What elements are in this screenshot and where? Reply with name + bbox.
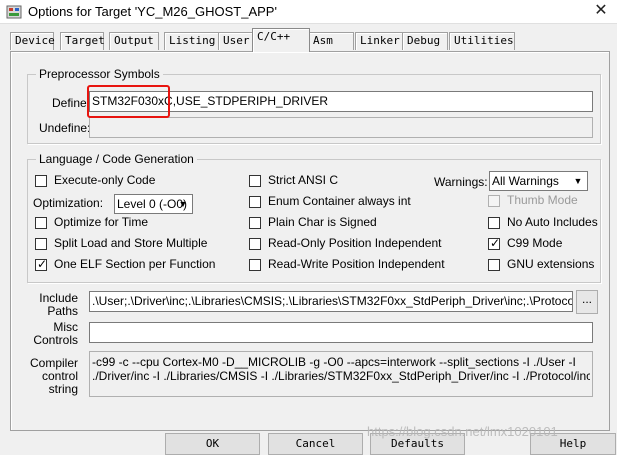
include-label-1: Include <box>39 291 78 305</box>
compiler-label-3: string <box>48 382 78 396</box>
csdn-watermark: https://blog.csdn.net/lmx1020101 <box>367 424 558 439</box>
checkbox-box <box>35 238 47 250</box>
define-label: Define: <box>52 96 91 110</box>
tab-user[interactable]: User <box>218 32 256 50</box>
include-label-2: Paths <box>47 304 78 318</box>
execute-only-label: Execute-only Code <box>54 173 156 187</box>
include-browse-button[interactable]: ... <box>576 290 598 314</box>
gnu-extensions-label: GNU extensions <box>507 257 595 271</box>
close-icon[interactable]: ✕ <box>585 0 617 24</box>
optimization-select[interactable]: Level 0 (-O0) ▼ <box>114 194 193 214</box>
checkbox-box <box>249 196 261 208</box>
checkbox-box <box>249 238 261 250</box>
read-write-pos-label: Read-Write Position Independent <box>268 257 445 271</box>
tab-device[interactable]: Device <box>10 32 55 50</box>
undefine-input[interactable] <box>89 117 593 138</box>
tab-c-cpp[interactable]: C/C++ <box>252 28 310 52</box>
tab-debug[interactable]: Debug <box>402 32 448 50</box>
checkbox-box <box>249 217 261 229</box>
strict-ansi-label: Strict ANSI C <box>268 173 339 187</box>
read-only-pos-label: Read-Only Position Independent <box>268 236 442 250</box>
tab-utilities[interactable]: Utilities <box>449 32 515 50</box>
c99-mode-label: C99 Mode <box>507 236 563 250</box>
tab-linker[interactable]: Linker <box>355 32 403 50</box>
enum-container-checkbox[interactable]: Enum Container always int <box>249 194 411 210</box>
optimize-time-checkbox[interactable]: Optimize for Time <box>35 215 175 231</box>
checkbox-box <box>35 217 47 229</box>
tab-output[interactable]: Output <box>109 32 159 50</box>
checkbox-box <box>249 259 261 271</box>
warnings-value: All Warnings <box>492 174 559 188</box>
execute-only-checkbox[interactable]: Execute-only Code <box>35 173 175 189</box>
compiler-label-1: Compiler <box>30 356 79 370</box>
strict-ansi-checkbox[interactable]: Strict ANSI C <box>249 173 369 189</box>
checkbox-box <box>488 217 500 229</box>
tab-strip: Device Target Output Listing User C/C++ … <box>10 28 610 52</box>
checkbox-box-checked <box>488 236 500 250</box>
compiler-label-2: control <box>41 369 78 383</box>
keil-app-icon <box>6 5 22 19</box>
checkbox-box <box>35 175 47 187</box>
tab-target[interactable]: Target <box>60 32 105 50</box>
undefine-label: Undefine: <box>39 121 91 135</box>
gnu-extensions-checkbox[interactable]: GNU extensions <box>488 257 598 273</box>
checkbox-box <box>488 259 500 271</box>
thumb-mode-label: Thumb Mode <box>507 193 578 207</box>
optimization-label: Optimization: <box>33 196 104 210</box>
compiler-control-string: -c99 -c --cpu Cortex-M0 -D__MICROLIB -g … <box>89 351 593 397</box>
preprocessor-legend: Preprocessor Symbols <box>36 67 163 81</box>
c99-mode-checkbox[interactable]: C99 Mode <box>488 236 588 252</box>
compiler-line-1: -c99 -c --cpu Cortex-M0 -D__MICROLIB -g … <box>92 355 576 369</box>
title-bar: Options for Target 'YC_M26_GHOST_APP' ✕ <box>0 0 617 24</box>
optimize-time-label: Optimize for Time <box>54 215 149 229</box>
chevron-down-icon: ▼ <box>573 176 583 186</box>
checkbox-box-checked <box>35 257 47 271</box>
misc-label-2: Controls <box>33 333 78 347</box>
one-elf-checkbox[interactable]: One ELF Section per Function <box>35 257 215 273</box>
misc-controls-input[interactable] <box>89 322 593 343</box>
no-auto-includes-label: No Auto Includes <box>507 215 598 229</box>
warnings-select[interactable]: All Warnings ▼ <box>489 171 588 191</box>
plain-char-label: Plain Char is Signed <box>268 215 377 229</box>
checkbox-box <box>249 175 261 187</box>
read-only-pos-checkbox[interactable]: Read-Only Position Independent <box>249 236 441 252</box>
enum-container-label: Enum Container always int <box>268 194 411 208</box>
read-write-pos-checkbox[interactable]: Read-Write Position Independent <box>249 257 445 273</box>
language-legend: Language / Code Generation <box>36 152 197 166</box>
checkbox-box <box>488 195 500 207</box>
compiler-line-2: ./Driver/inc -I ./Libraries/CMSIS -I ./L… <box>92 369 590 383</box>
warnings-label: Warnings: <box>434 175 488 189</box>
split-load-checkbox[interactable]: Split Load and Store Multiple <box>35 236 208 252</box>
misc-label-1: Misc <box>53 320 78 334</box>
no-auto-includes-checkbox[interactable]: No Auto Includes <box>488 215 598 231</box>
chevron-down-icon: ▼ <box>178 199 188 209</box>
tab-listing[interactable]: Listing <box>164 32 224 50</box>
one-elf-label: One ELF Section per Function <box>54 257 216 271</box>
split-load-label: Split Load and Store Multiple <box>54 236 208 250</box>
window-title: Options for Target 'YC_M26_GHOST_APP' <box>28 4 277 19</box>
include-paths-input[interactable]: .\User;.\Driver\inc;.\Libraries\CMSIS;.\… <box>89 291 573 312</box>
tab-asm[interactable]: Asm <box>308 32 354 50</box>
thumb-mode-checkbox: Thumb Mode <box>488 193 588 209</box>
define-input[interactable]: STM32F030xC,USE_STDPERIPH_DRIVER <box>89 91 593 112</box>
plain-char-checkbox[interactable]: Plain Char is Signed <box>249 215 389 231</box>
